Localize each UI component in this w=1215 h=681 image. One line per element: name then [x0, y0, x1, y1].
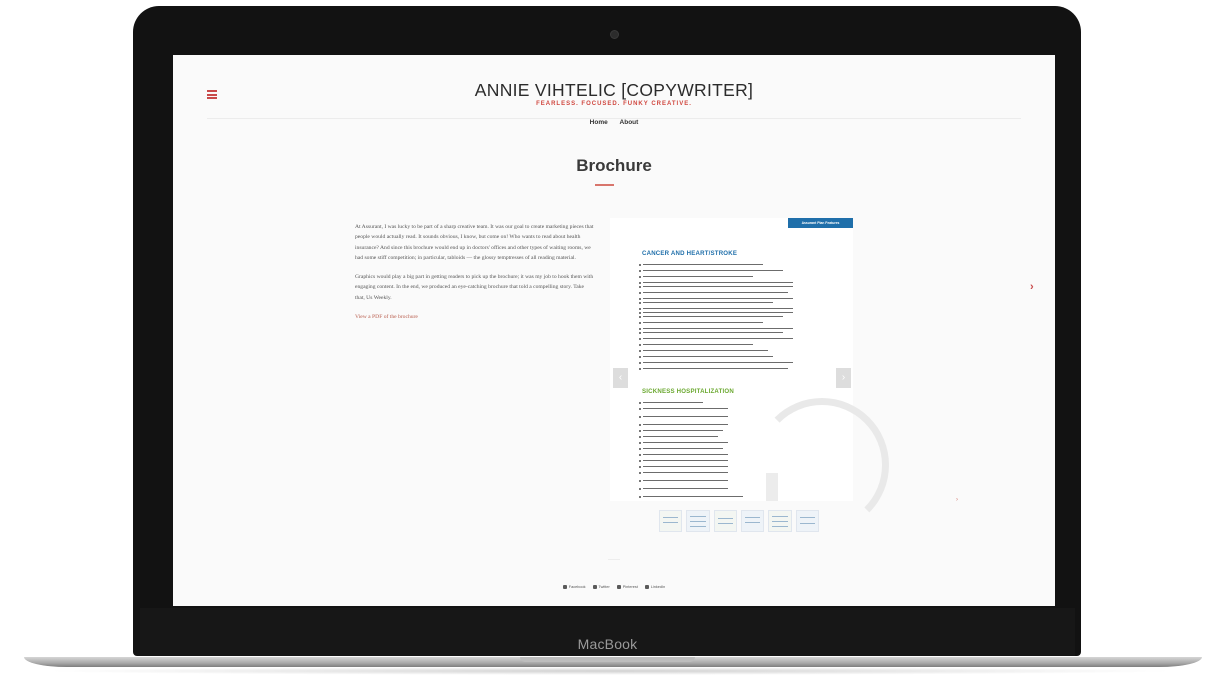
share-label: Facebook	[568, 585, 586, 589]
share-facebook[interactable]: Facebook	[562, 585, 586, 589]
slide-bullet	[639, 487, 728, 491]
slide-bullet	[639, 297, 793, 301]
slide-bullet	[639, 435, 718, 439]
laptop-notch	[520, 657, 695, 662]
footer-note: ———	[608, 556, 620, 561]
slide-bullet	[639, 415, 728, 419]
share-label: Pinterest	[622, 585, 638, 589]
pdf-link[interactable]: View a PDF of the brochure	[355, 314, 418, 320]
facebook-icon	[562, 585, 567, 589]
slide-bullet	[639, 281, 793, 285]
thumbnail[interactable]	[713, 510, 737, 532]
share-pinterest[interactable]: Pinterest	[616, 585, 638, 589]
slide-bullet	[639, 269, 783, 273]
slide-section-title: SICKNESS HOSPITALIZATION	[642, 388, 734, 395]
next-project-icon[interactable]: ›	[1030, 281, 1034, 293]
slide-bullet	[639, 361, 793, 365]
brochure-slide[interactable]: Assurant Plan Features CANCER AND HEART/…	[610, 218, 889, 532]
slide-section-title: CANCER AND HEART/STROKE	[642, 250, 738, 257]
thumbnail[interactable]	[768, 510, 792, 532]
share-linkedin[interactable]: LinkedIn	[644, 585, 666, 589]
slide-tag: Assurant Plan Features	[788, 218, 853, 228]
thumbnail[interactable]	[795, 510, 819, 532]
slide-bullet	[639, 459, 728, 463]
share-twitter[interactable]: Twitter	[592, 585, 610, 589]
browser-screen: ANNIE VIHTELIC [COPYWRITER] FEARLESS. FO…	[173, 55, 1055, 606]
site-title[interactable]: ANNIE VIHTELIC [COPYWRITER]	[173, 80, 1055, 101]
slide-bullet	[639, 315, 783, 319]
slide-bullet	[639, 495, 743, 499]
slide-bullet	[639, 301, 773, 305]
title-underline	[595, 184, 614, 186]
slide-bullet	[639, 423, 728, 427]
slide-thumbnails	[659, 510, 819, 532]
site-tagline: FEARLESS. FOCUSED. FUNKY CREATIVE.	[536, 101, 692, 107]
slide-bullet	[639, 453, 728, 457]
thumbnail[interactable]	[659, 510, 683, 532]
camera-icon	[610, 30, 619, 39]
laptop-shadow	[40, 667, 1180, 675]
main-nav: Home About	[173, 119, 1055, 126]
share-bar: Facebook Twitter Pinterest LinkedIn	[173, 585, 1055, 589]
device-brand: MacBook	[577, 636, 638, 652]
slide-bullet	[639, 327, 793, 331]
slide-next-button[interactable]: ›	[836, 368, 851, 388]
nav-home[interactable]: Home	[590, 119, 608, 126]
linkedin-icon	[644, 585, 649, 589]
slide-bullet	[639, 307, 793, 311]
slide-prev-button[interactable]: ‹	[613, 368, 628, 388]
slide-bullet	[639, 471, 728, 475]
share-label: LinkedIn	[650, 585, 666, 589]
slide-bullet	[639, 321, 763, 325]
slide-bullet	[639, 355, 773, 359]
slide-bullet	[639, 465, 728, 469]
slide-bullet	[639, 285, 793, 289]
slide-bullet	[639, 367, 788, 371]
twitter-icon	[592, 585, 597, 589]
slide-bullet	[639, 343, 753, 347]
nav-about[interactable]: About	[620, 119, 639, 126]
paragraph: Graphics would play a big part in gettin…	[355, 274, 594, 301]
page-title: Brochure	[576, 156, 652, 175]
slide-bullet	[639, 349, 768, 353]
slide-bullet	[639, 263, 763, 267]
decorative-stand-graphic	[766, 473, 778, 501]
share-label: Twitter	[598, 585, 610, 589]
thumbnail[interactable]	[686, 510, 710, 532]
chevron-right-icon[interactable]: ›	[956, 497, 958, 503]
pinterest-icon	[616, 585, 621, 589]
slide-bullet	[639, 441, 728, 445]
slide-bullet	[639, 275, 753, 279]
slide-bullet	[639, 401, 703, 405]
paragraph: At Assurant, I was lucky to be part of a…	[355, 224, 594, 261]
slide-bullet	[639, 331, 783, 335]
slide-bullet	[639, 291, 788, 295]
slide-bullet	[639, 311, 793, 315]
slide-bullet	[639, 407, 728, 411]
slide-bullet	[639, 447, 723, 451]
thumbnail[interactable]	[740, 510, 765, 532]
slide-bullet	[639, 479, 728, 483]
slide-bullet	[639, 337, 793, 341]
slide-bullet	[639, 429, 723, 433]
article-body: At Assurant, I was lucky to be part of a…	[355, 222, 595, 331]
